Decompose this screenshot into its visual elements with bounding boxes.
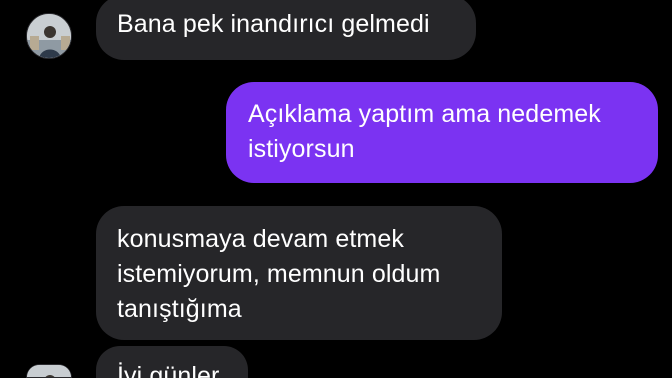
message-bubble-incoming[interactable]: konusmaya devam etmek istemiyorum, memnu… bbox=[96, 206, 502, 340]
message-text-line: istemiyorum, memnun oldum bbox=[117, 260, 441, 288]
profile-photo-icon bbox=[27, 14, 71, 58]
message-bubble-incoming[interactable]: İyi günler bbox=[96, 346, 248, 378]
message-text-line: İyi günler bbox=[117, 362, 220, 378]
message-bubble-incoming[interactable]: Bana pek inandırıcı gelmedi bbox=[96, 0, 476, 60]
message-text-line: tanıştığıma bbox=[117, 295, 242, 323]
sender-avatar[interactable] bbox=[26, 364, 72, 378]
profile-photo-icon bbox=[27, 365, 71, 377]
sender-avatar[interactable] bbox=[26, 13, 72, 59]
message-text-line: istiyorsun bbox=[248, 135, 355, 163]
message-text-line: Açıklama yaptım ama nedemek bbox=[248, 100, 601, 128]
chat-screen: { "conversation": { "messages": [ { "dir… bbox=[0, 0, 672, 378]
message-bubble-outgoing[interactable]: Açıklama yaptım ama nedemek istiyorsun bbox=[226, 82, 658, 183]
message-text-line: Bana pek inandırıcı gelmedi bbox=[117, 10, 430, 38]
message-text-line: konusmaya devam etmek bbox=[117, 225, 404, 253]
